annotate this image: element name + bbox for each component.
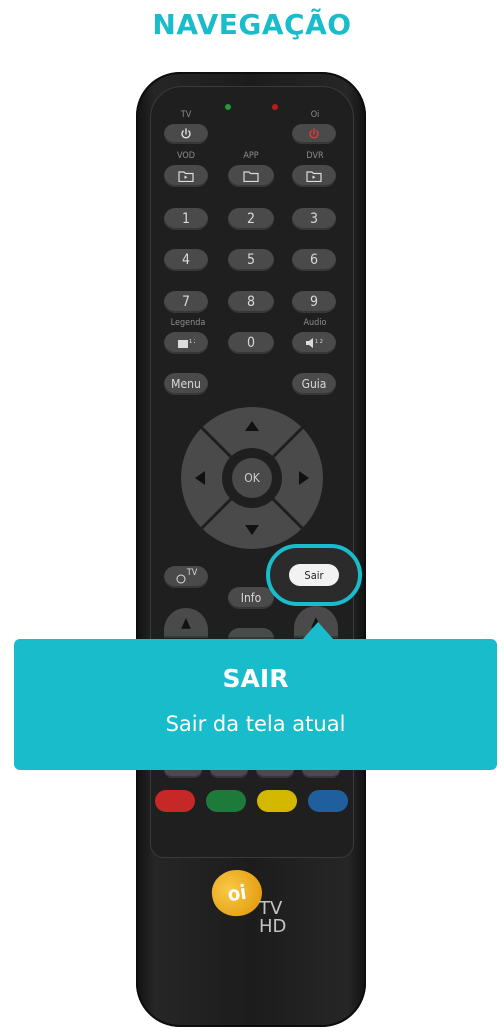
number-6-button[interactable]: 6 xyxy=(292,249,336,271)
label-dvr: DVR xyxy=(306,151,324,161)
folder-icon xyxy=(243,170,259,182)
logo-hd-text: HD xyxy=(259,916,287,937)
forward-button[interactable] xyxy=(302,770,340,778)
svg-text:1 2: 1 2 xyxy=(315,339,323,345)
folder-play-icon xyxy=(306,170,322,182)
number-3-button[interactable]: 3 xyxy=(292,208,336,230)
callout-description: Sair da tela atual xyxy=(165,712,346,736)
label-tv: TV xyxy=(180,110,192,120)
yellow-button[interactable] xyxy=(257,790,297,812)
tv-button-label: TV xyxy=(186,568,198,578)
center-button[interactable] xyxy=(228,628,274,639)
label-oi: Oi xyxy=(310,110,320,120)
power-icon xyxy=(180,128,192,140)
number-7-button[interactable]: 7 xyxy=(164,291,208,313)
number-8-button[interactable]: 8 xyxy=(228,291,274,313)
blue-button[interactable] xyxy=(308,790,348,812)
label-audio: Audio xyxy=(303,318,327,328)
label-legenda: Legenda xyxy=(170,318,206,328)
callout-box xyxy=(14,639,497,770)
vod-button[interactable] xyxy=(164,165,208,187)
info-button[interactable]: Info xyxy=(228,587,274,609)
oi-logo: oi xyxy=(209,866,265,920)
oi-power-button[interactable] xyxy=(292,124,336,144)
tv-button[interactable]: TV xyxy=(164,566,208,588)
tv-power-button[interactable] xyxy=(164,124,208,144)
ok-button[interactable]: OK xyxy=(232,458,272,498)
speaker-icon: 1 2 xyxy=(305,337,323,349)
number-4-button[interactable]: 4 xyxy=(164,249,208,271)
number-5-button[interactable]: 5 xyxy=(228,249,274,271)
number-2-button[interactable]: 2 xyxy=(228,208,274,230)
pause-button[interactable] xyxy=(256,770,294,778)
legenda-button[interactable]: 1 2 xyxy=(164,332,208,354)
number-9-button[interactable]: 9 xyxy=(292,291,336,313)
play-button[interactable] xyxy=(210,770,248,778)
green-button[interactable] xyxy=(206,790,246,812)
folder-play-icon xyxy=(178,170,194,182)
app-button[interactable] xyxy=(228,165,274,187)
oi-tv-hd-logo: oi TV HD xyxy=(209,866,292,950)
power-icon xyxy=(308,128,320,140)
rewind-button[interactable] xyxy=(164,770,202,778)
subtitle-icon: 1 2 xyxy=(177,337,195,349)
callout-pointer xyxy=(302,622,334,640)
label-app: APP xyxy=(243,151,259,161)
label-vod: VOD xyxy=(177,151,195,161)
number-0-button[interactable]: 0 xyxy=(228,332,274,354)
sair-button[interactable]: Sair xyxy=(289,564,339,586)
number-1-button[interactable]: 1 xyxy=(164,208,208,230)
led-green xyxy=(225,104,231,110)
dvr-button[interactable] xyxy=(292,165,336,187)
led-red xyxy=(272,104,278,110)
svg-text:1 2: 1 2 xyxy=(189,339,195,345)
red-button[interactable] xyxy=(155,790,195,812)
arrow-up-icon: ▲ xyxy=(181,615,191,631)
callout-title: SAIR xyxy=(222,664,289,693)
menu-button[interactable]: Menu xyxy=(164,373,208,395)
guia-button[interactable]: Guia xyxy=(292,373,336,395)
audio-button[interactable]: 1 2 xyxy=(292,332,336,354)
page-title: NAVEGAÇÃO xyxy=(152,8,352,41)
